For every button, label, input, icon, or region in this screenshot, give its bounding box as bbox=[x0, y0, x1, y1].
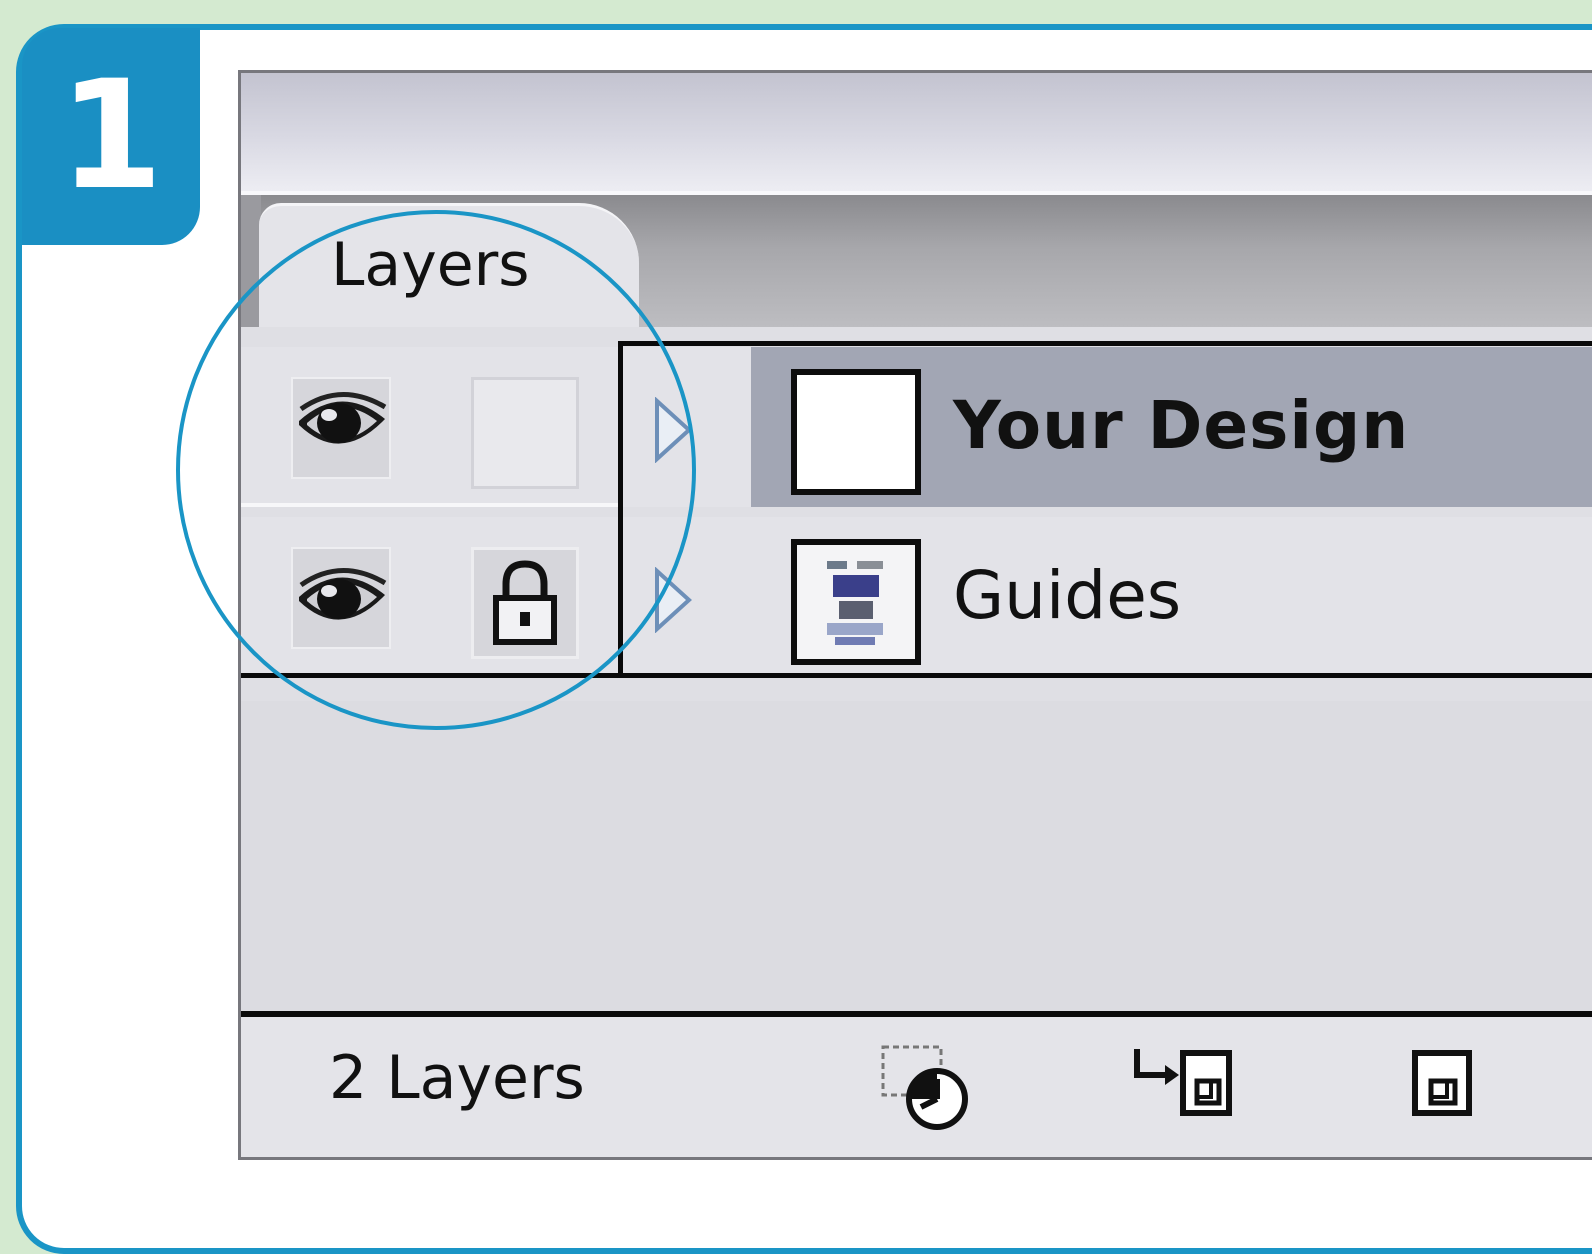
lock-toggle[interactable] bbox=[471, 547, 579, 659]
tab-layers[interactable]: Layers bbox=[259, 203, 639, 330]
new-sublayer-icon[interactable] bbox=[1127, 1043, 1237, 1133]
tab-layers-label: Layers bbox=[331, 230, 530, 300]
guides-thumbnail-icon bbox=[797, 545, 915, 659]
layer-thumbnail bbox=[791, 539, 921, 665]
layer-name[interactable]: Your Design bbox=[953, 387, 1409, 464]
layer-row-body: Your Design bbox=[623, 347, 1592, 507]
layer-row-guides[interactable]: Guides bbox=[241, 517, 1592, 677]
step-number-badge: 1 bbox=[22, 28, 200, 245]
tab-strip-edge bbox=[241, 195, 261, 327]
lock-icon bbox=[493, 560, 557, 645]
visibility-toggle[interactable] bbox=[291, 377, 391, 479]
layer-row-your-design[interactable]: Your Design bbox=[241, 347, 1592, 507]
layer-row-controls bbox=[241, 347, 618, 507]
layer-list: Your Design Guides bbox=[241, 327, 1592, 701]
panel-tab-strip: Layers bbox=[241, 195, 1592, 330]
disclosure-triangle-icon[interactable] bbox=[653, 567, 693, 633]
eye-icon bbox=[299, 568, 387, 620]
lock-toggle[interactable] bbox=[471, 377, 579, 489]
layer-thumbnail bbox=[791, 369, 921, 495]
layer-row-controls bbox=[241, 517, 618, 677]
new-layer-icon[interactable] bbox=[1401, 1043, 1511, 1133]
layers-panel-window: Layers Your Design Guides 2 Layers bbox=[238, 70, 1592, 1160]
visibility-toggle[interactable] bbox=[291, 547, 391, 649]
layer-list-bottom-border bbox=[241, 673, 1592, 678]
layer-list-top-border bbox=[621, 341, 1592, 346]
convert-to-layer-icon[interactable] bbox=[877, 1043, 987, 1133]
eye-icon bbox=[299, 392, 387, 444]
panel-titlebar[interactable] bbox=[241, 73, 1592, 195]
layer-name[interactable]: Guides bbox=[953, 557, 1181, 634]
layer-row-body: Guides bbox=[623, 517, 1592, 677]
panel-footer: 2 Layers bbox=[241, 1017, 1592, 1157]
disclosure-triangle-icon[interactable] bbox=[653, 397, 693, 463]
layer-list-empty-space bbox=[241, 701, 1592, 1016]
layer-count: 2 Layers bbox=[329, 1043, 585, 1113]
